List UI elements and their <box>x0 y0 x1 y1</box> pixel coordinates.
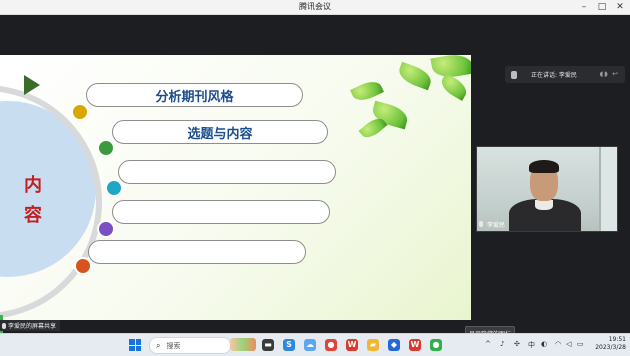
slide-content-char-1: 内 <box>24 175 42 196</box>
wps-icon[interactable]: W <box>346 339 358 351</box>
folder-icon[interactable]: ▰ <box>367 339 379 351</box>
slide-item-4 <box>112 200 330 224</box>
speaking-indicator: 正在讲话: 李爱民 ◖◗ ↩ <box>505 66 625 83</box>
windows-logo-icon <box>135 345 141 351</box>
video-shelf <box>599 147 617 231</box>
show-hidden-icons-button[interactable]: ^ <box>485 340 491 348</box>
minimize-button[interactable]: – <box>576 0 592 14</box>
tencent-meeting-icon[interactable]: ◆ <box>388 339 400 351</box>
leaf-decoration <box>437 73 471 101</box>
app-cloud-icon[interactable]: ☁ <box>304 339 316 351</box>
slide-bullet-4 <box>99 222 113 236</box>
wifi-icon[interactable]: ◠ <box>555 340 561 348</box>
window-title: 腾讯会议 <box>299 2 331 11</box>
input-tray-icon[interactable]: ✣ <box>514 340 520 348</box>
video-person-collar <box>535 200 553 210</box>
file-explorer-icon[interactable]: ▬ <box>262 339 274 351</box>
participant-namebar: 李爱民 <box>479 219 505 229</box>
start-button[interactable] <box>129 339 141 351</box>
close-button[interactable]: ✕ <box>612 0 628 14</box>
taskbar-search[interactable]: ⌕ 搜索 <box>149 337 231 354</box>
meeting-stage: 内 容 分析期刊风格 选题与内容 正在讲话: 李爱民 ◖◗ ↩ 李爱民 <box>0 15 630 341</box>
app-s-icon[interactable]: S <box>283 339 295 351</box>
mic-tray-icon[interactable]: ♪ <box>500 340 504 348</box>
battery-icon[interactable]: ▭ <box>577 340 584 348</box>
app-tray-icon[interactable]: ◐ <box>541 340 547 348</box>
slide-bullet-1 <box>73 105 87 119</box>
slide-bullet-3 <box>107 181 121 195</box>
slide-arrow-decoration <box>24 75 40 95</box>
slide-item-5 <box>88 240 306 264</box>
mic-icon <box>511 70 517 79</box>
leaf-decoration <box>395 61 435 91</box>
wechat-icon[interactable]: ● <box>430 339 442 351</box>
maximize-button[interactable]: □ <box>594 0 610 14</box>
windows-logo-icon <box>129 339 135 345</box>
participant-video[interactable]: 李爱民 <box>476 146 618 232</box>
volume-icon[interactable]: ◁ <box>566 340 571 348</box>
windows-logo-icon <box>129 345 135 351</box>
screen-share-text: 李爱民的屏幕共享 <box>8 323 57 330</box>
windows-taskbar: ⌕ 搜索 ▬ S ☁ ● W ▰ ◆ W ● ^ ♪ ✣ 中 ◐ ◠ ◁ ▭ 19:51 202… <box>0 333 630 356</box>
search-highlight-image[interactable] <box>230 338 256 351</box>
speaking-text: 正在讲话: 李爱民 <box>531 72 577 79</box>
clock-time: 19:51 <box>608 336 626 343</box>
speaking-controls-icon[interactable]: ◖◗ ↩ <box>600 70 619 78</box>
screen-share-label: 李爱民的屏幕共享 <box>0 320 61 331</box>
leaf-decoration <box>350 77 384 105</box>
mic-icon <box>2 322 6 329</box>
clock-date: 2023/3/28 <box>595 344 626 351</box>
participant-name: 李爱民 <box>487 221 506 229</box>
slide-content-char-2: 容 <box>24 205 42 226</box>
window-titlebar: 腾讯会议 – □ ✕ <box>0 0 630 15</box>
video-person-hair <box>529 160 559 173</box>
taskbar-clock[interactable]: 19:51 2023/3/28 <box>592 336 626 352</box>
slide-item-2: 选题与内容 <box>112 120 328 144</box>
search-placeholder: 搜索 <box>166 341 181 350</box>
slide-arc-decoration <box>0 85 102 319</box>
slide-bullet-5 <box>76 259 90 273</box>
windows-logo-icon <box>135 339 141 345</box>
slide-bullet-2 <box>99 141 113 155</box>
slide-item-3 <box>118 160 336 184</box>
mic-icon <box>479 221 483 227</box>
slide-item-1: 分析期刊风格 <box>86 83 303 107</box>
shared-screen-slide: 内 容 分析期刊风格 选题与内容 <box>0 55 471 320</box>
wps-2-icon[interactable]: W <box>409 339 421 351</box>
ime-tray-icon[interactable]: 中 <box>528 340 535 350</box>
search-icon: ⌕ <box>156 340 161 350</box>
chrome-icon[interactable]: ● <box>325 339 337 351</box>
